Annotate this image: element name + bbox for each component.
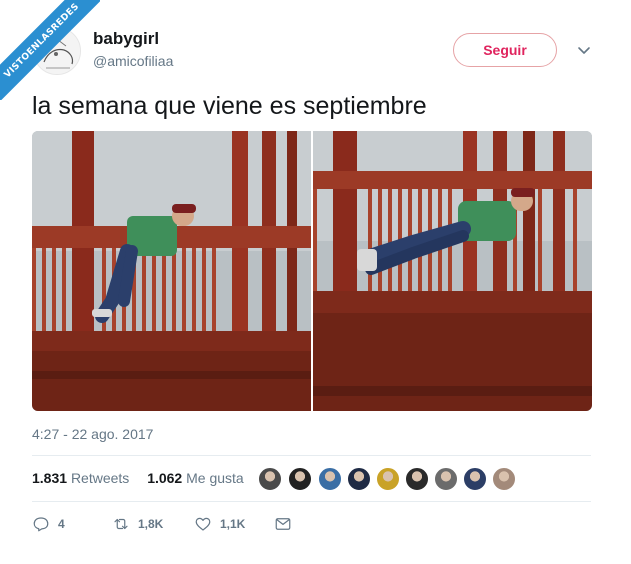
display-name[interactable]: babygirl — [93, 29, 159, 49]
liker-avatar[interactable] — [492, 467, 516, 491]
reply-count: 4 — [58, 517, 65, 531]
likes-label: Me gusta — [186, 470, 244, 486]
message-button[interactable] — [274, 513, 292, 535]
liker-avatar[interactable] — [347, 467, 371, 491]
like-button[interactable]: 1,1K — [194, 513, 245, 535]
retweet-button[interactable]: 1,8K — [112, 513, 163, 535]
liker-avatar[interactable] — [318, 467, 342, 491]
heart-icon — [195, 517, 211, 531]
divider — [32, 501, 591, 502]
liker-avatar[interactable] — [376, 467, 400, 491]
chevron-down-icon[interactable] — [574, 40, 594, 60]
liker-avatar[interactable] — [434, 467, 458, 491]
liker-avatar[interactable] — [258, 467, 282, 491]
retweets-stat[interactable]: 1.831 Retweets — [32, 470, 133, 486]
watermark-text: VISTOENLASREDES — [0, 0, 100, 100]
watermark-ribbon: VISTOENLASREDES — [0, 0, 100, 100]
likes-stat[interactable]: 1.062 Me gusta — [147, 470, 248, 486]
retweet-count: 1,8K — [138, 517, 164, 531]
envelope-icon — [275, 518, 291, 530]
liker-avatar[interactable] — [405, 467, 429, 491]
liker-avatar[interactable] — [288, 467, 312, 491]
reply-icon — [33, 517, 49, 532]
retweet-icon — [114, 518, 128, 530]
reply-button[interactable]: 4 — [32, 513, 65, 535]
follow-button[interactable]: Seguir — [453, 33, 557, 67]
retweets-count: 1.831 — [32, 470, 68, 486]
tweet-media[interactable] — [32, 131, 592, 411]
retweets-label: Retweets — [70, 470, 130, 486]
user-handle[interactable]: @amicofiliaa — [93, 53, 173, 69]
likes-count: 1.062 — [147, 470, 183, 486]
tweet-timestamp[interactable]: 4:27 - 22 ago. 2017 — [32, 426, 153, 442]
tweet-stats: 1.831 Retweets 1.062 Me gusta — [32, 470, 252, 486]
divider — [32, 455, 591, 456]
liker-avatar[interactable] — [463, 467, 487, 491]
photo-right[interactable] — [313, 131, 592, 411]
photo-left[interactable] — [32, 131, 311, 411]
like-count: 1,1K — [220, 517, 246, 531]
